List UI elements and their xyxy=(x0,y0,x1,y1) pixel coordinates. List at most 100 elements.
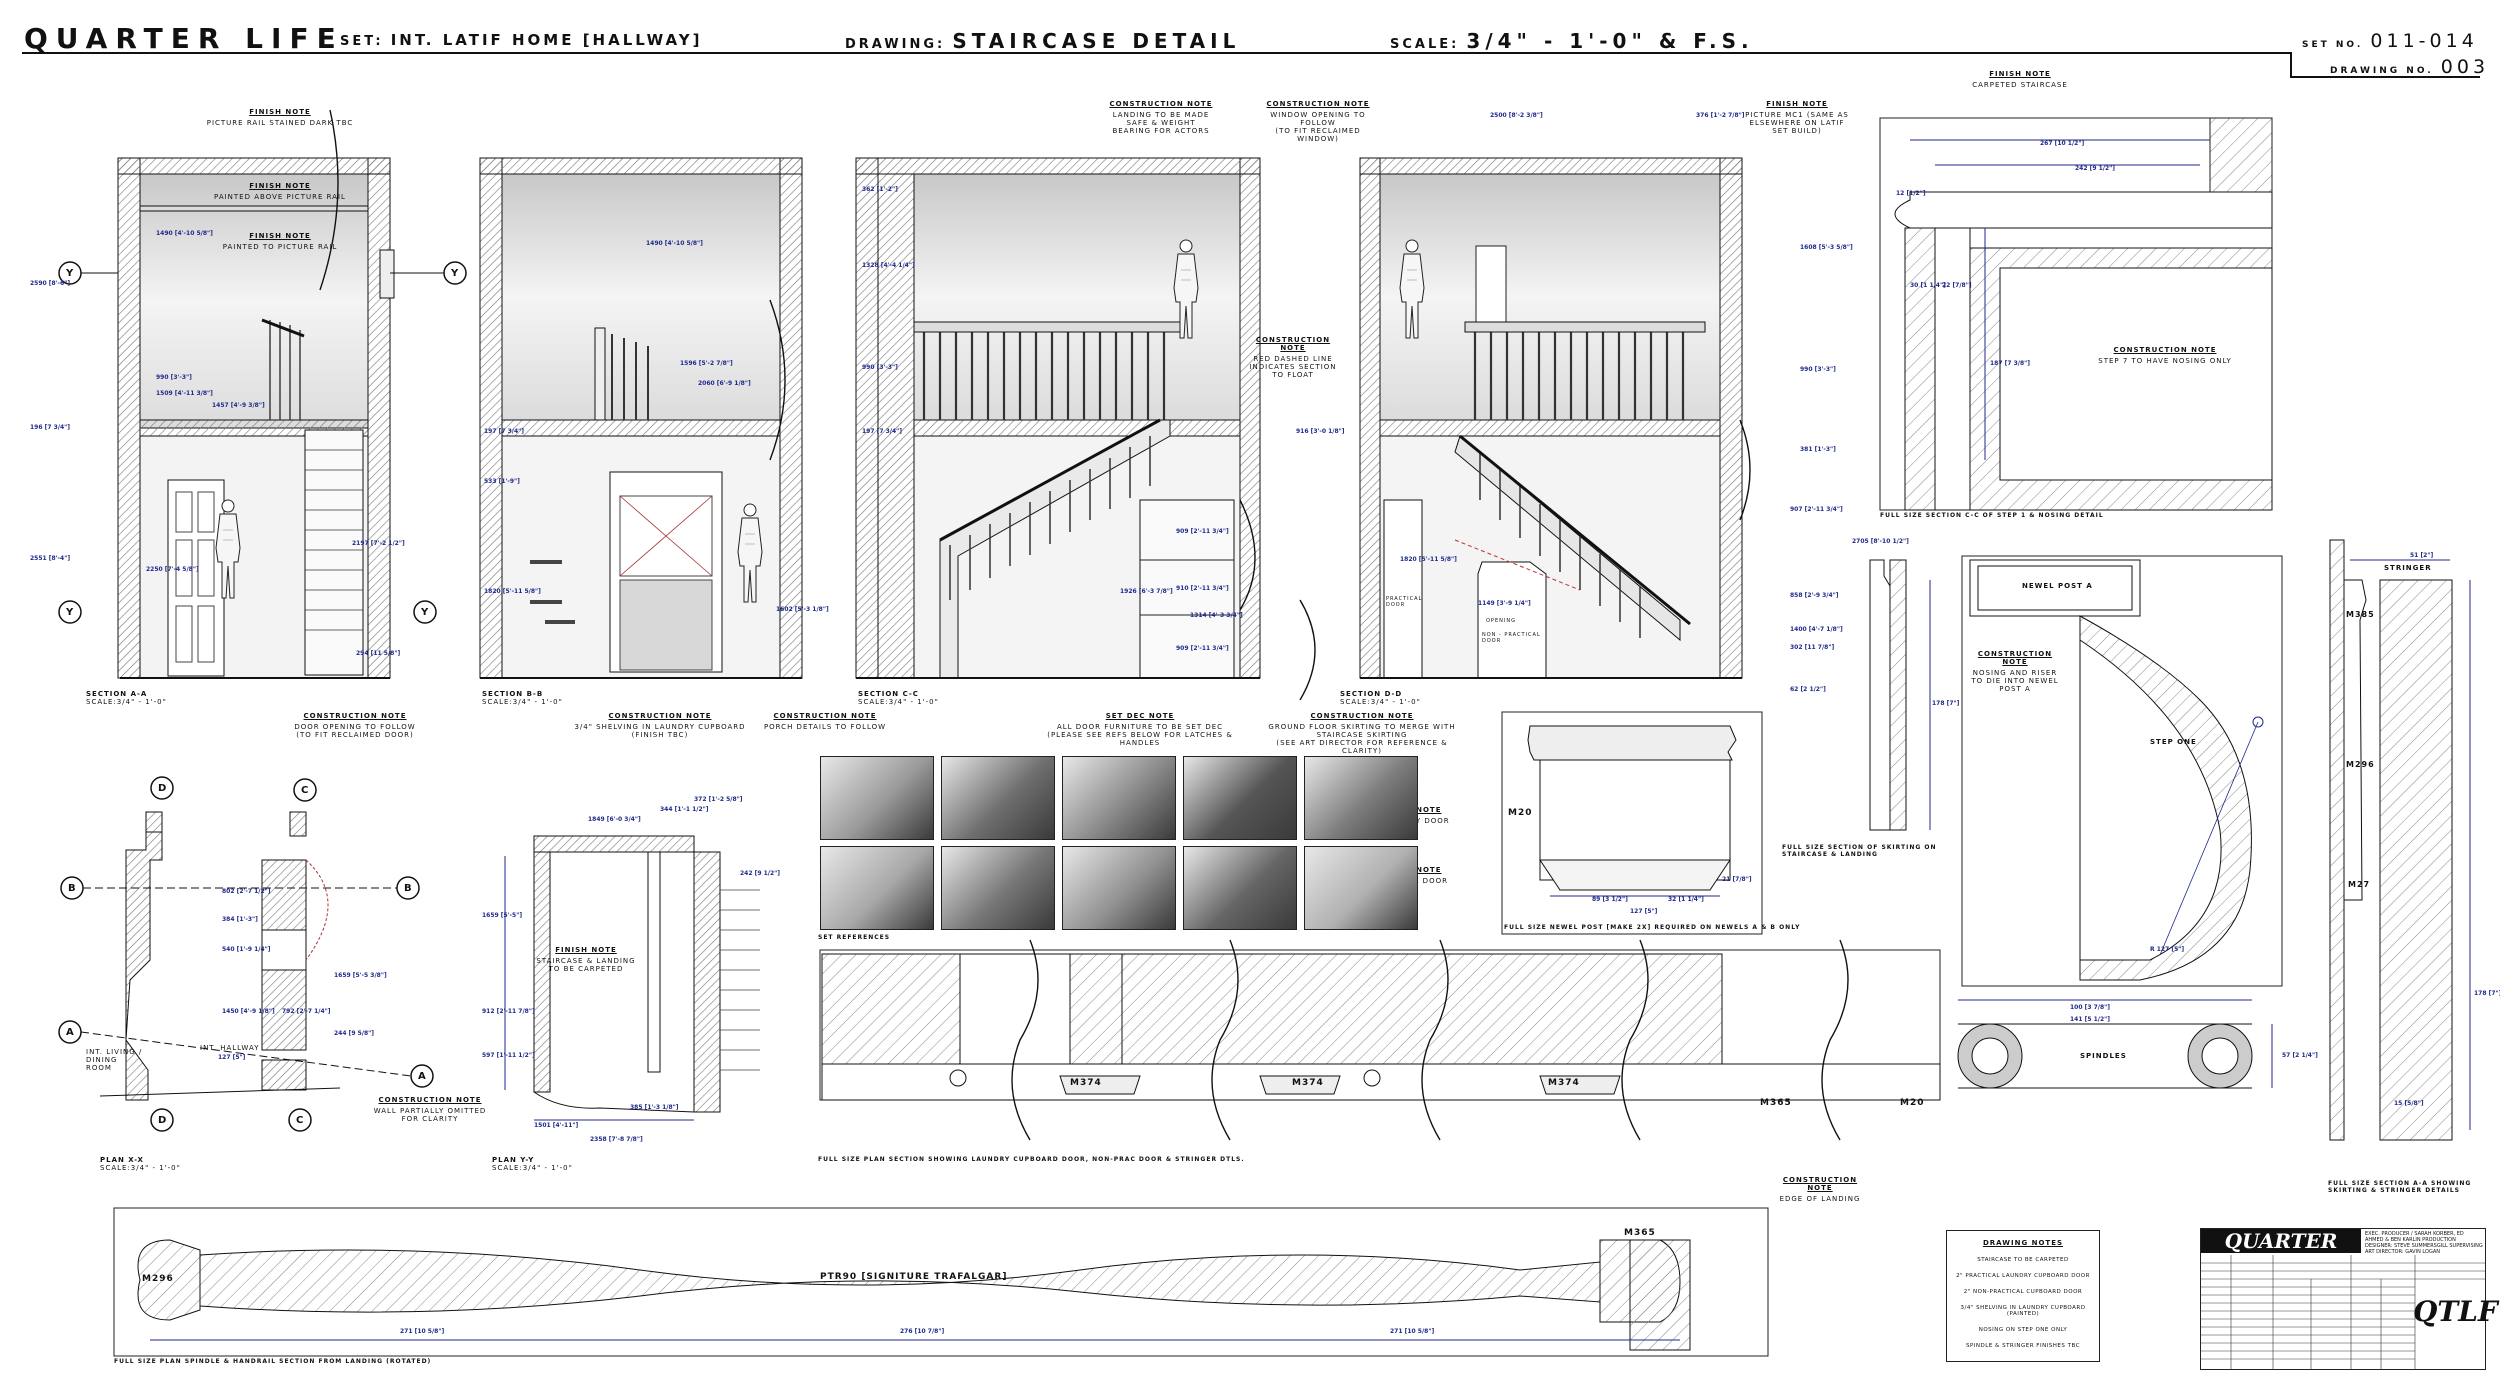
dimension-plan-xx-0: 802 [2'-7 1/2"] xyxy=(222,888,271,895)
dimension-bb-6: 1602 [5'-3 1/8"] xyxy=(776,606,829,613)
dimension-dd-12: 62 [2 1/2"] xyxy=(1790,686,1826,693)
fs-skirting xyxy=(1869,559,1931,831)
label-spindles: SPINDLES xyxy=(2080,1052,2127,1060)
label-section-bb: SECTION B-B SCALE:3/4" - 1'-0" xyxy=(482,690,563,706)
dimension-fs-cc-1: 242 [9 1/2"] xyxy=(2075,165,2116,172)
label-fs-section-cc: FULL SIZE SECTION C-C OF STEP 1 & NOSING… xyxy=(1880,512,2104,519)
label-living-dining: INT. LIVING / DINING ROOM xyxy=(86,1048,143,1072)
label-section-cc: SECTION C-C SCALE:3/4" - 1'-0" xyxy=(858,690,939,706)
newel-post-a xyxy=(1961,555,2283,987)
dimension-spindle-0: 271 [10 5/8"] xyxy=(400,1328,445,1335)
note-construction-landing: CONSTRUCTION NOTE LANDING TO BE MADE SAFE… xyxy=(1109,100,1213,135)
set-reference-photo xyxy=(820,756,934,840)
dimension-fs-aa-0: 51 [2"] xyxy=(2410,552,2434,559)
title-block-banner: QUARTER LIFE xyxy=(2201,1229,2361,1277)
label-fs-skirting: FULL SIZE SECTION OF SKIRTING ON STAIRCA… xyxy=(1782,844,1937,858)
marker-d-2: D xyxy=(158,1115,168,1126)
dimension-plan-yy-2: 344 [1'-1 1/2"] xyxy=(660,806,709,813)
label-practical-door: PRACTICAL DOOR xyxy=(1386,596,1423,608)
label-fs-plan-section: FULL SIZE PLAN SECTION SHOWING LAUNDRY C… xyxy=(818,1156,1245,1163)
drawing-sheet: QUARTER LIFE SET: INT. LATIF HOME [HALLW… xyxy=(0,0,2500,1385)
dimension-plan-yy-4: 912 [2'-11 7/8"] xyxy=(482,1008,535,1015)
marker-b-1: B xyxy=(68,883,77,894)
drawing-note-line: NOSING ON STEP ONE ONLY xyxy=(1978,1327,2068,1333)
drawing-note-line: 2" NON-PRACTICAL CUPBOARD DOOR xyxy=(1963,1289,2083,1295)
dimension-spindle-2: 271 [10 5/8"] xyxy=(1390,1328,1435,1335)
dimension-fs-cc-5: 22 [7/8"] xyxy=(1942,282,1972,289)
moulding-m365-b: M365 xyxy=(1624,1228,1656,1238)
note-construction-newel: CONSTRUCTION NOTE NOSING AND RISER TO DIE… xyxy=(1971,650,2059,693)
note-finish-picture: FINISH NOTE PICTURE MC1 (SAME AS ELSEWHER… xyxy=(1745,100,1849,135)
dimension-cc-6: 910 [2'-11 3/4"] xyxy=(1176,585,1229,592)
dimension-step-one: R 127 [5"] xyxy=(2150,946,2185,953)
dimension-plan-yy-1: 372 [1'-2 5/8"] xyxy=(694,796,743,803)
technical-drawing xyxy=(58,109,2471,1357)
dimension-dd-11: 302 [11 7/8"] xyxy=(1790,644,1835,651)
label-non-practical-door: NON - PRACTICAL DOOR xyxy=(1482,632,1541,644)
drawing-note-line: 2" PRACTICAL LAUNDRY CUPBOARD DOOR xyxy=(1956,1273,2090,1279)
drawing-notes-heading: DRAWING NOTES xyxy=(1982,1239,2064,1247)
dimension-dd-8: 1149 [3'-9 1/4"] xyxy=(1478,600,1531,607)
dimension-bb-1: 1596 [5'-2 7/8"] xyxy=(680,360,733,367)
set-reference-photo xyxy=(1183,756,1297,840)
dimension-plan-yy-8: 1501 [4'-11"] xyxy=(534,1122,579,1129)
dimension-plan-xx-6: 127 [5"] xyxy=(218,1054,246,1061)
dimension-plan-xx-7: 244 [9 5/8"] xyxy=(334,1030,375,1037)
marker-y-3: Y xyxy=(66,607,75,618)
drawing-note-line: STAIRCASE TO BE CARPETED xyxy=(1977,1257,2069,1263)
set-reference-photo xyxy=(941,846,1055,930)
moulding-m27: M27 xyxy=(2348,880,2371,889)
dimension-cc-4: 909 [2'-11 3/4"] xyxy=(1176,528,1229,535)
section-cc xyxy=(855,157,1261,679)
marker-y-4: Y xyxy=(421,607,430,618)
dimension-dd-6: 2705 [8'-10 1/2"] xyxy=(1852,538,1909,545)
dimension-cc-5: 1926 [6'-3 7/8"] xyxy=(1120,588,1173,595)
moulding-m20-b: M20 xyxy=(1508,808,1533,818)
dimension-dd-9: 1400 [4'-7 1/8"] xyxy=(1790,626,1843,633)
label-fs-newel: FULL SIZE NEWEL POST [MAKE 2X] REQUIRED … xyxy=(1504,924,1801,931)
dimension-dd-2: 1608 [5'-3 5/8"] xyxy=(1800,244,1853,251)
dimension-plan-xx-5: 1659 [5'-5 3/8"] xyxy=(334,972,387,979)
dimension-dd-4: 381 [1'-3"] xyxy=(1800,446,1836,453)
dimension-plan-section-2: 57 [2 1/4"] xyxy=(2282,1052,2318,1059)
label-fs-spindle: FULL SIZE PLAN SPINDLE & HANDRAIL SECTIO… xyxy=(114,1358,432,1365)
set-reference-photo xyxy=(1062,846,1176,930)
set-reference-photo xyxy=(1183,846,1297,930)
dimension-newel-0: 89 [3 1/2"] xyxy=(1592,896,1628,903)
moulding-m374-a: M374 xyxy=(1070,1078,1102,1088)
label-fs-section-aa: FULL SIZE SECTION A-A SHOWING SKIRTING &… xyxy=(2328,1180,2472,1194)
marker-d-1: D xyxy=(158,783,168,794)
dimension-plan-xx-4: 792 [2'-7 1/4"] xyxy=(282,1008,331,1015)
dimension-cc-9: 916 [3'-0 1/8"] xyxy=(1296,428,1345,435)
dimension-cc-7: 1314 [4'-3 3/4"] xyxy=(1190,612,1243,619)
title-block: QUARTER LIFE EXEC. PRODUCER / SARAH KORB… xyxy=(2200,1228,2498,1370)
dimension-cc-0: 362 [1'-2"] xyxy=(862,186,898,193)
dimension-aa-0: 2590 [8'-6"] xyxy=(30,280,71,287)
label-opening: OPENING xyxy=(1486,618,1516,624)
dimension-fs-aa-1: 178 [7"] xyxy=(2474,990,2500,997)
moulding-m385: M385 xyxy=(2346,610,2375,619)
drawing-note-line: SPINDLE & STRINGER FINISHES TBC xyxy=(1965,1343,2081,1349)
label-stringer: STRINGER xyxy=(2384,564,2432,572)
qtlf-logo: QTLF xyxy=(2413,1295,2498,1328)
dimension-bb-2: 2060 [6'-9 1/8"] xyxy=(698,380,751,387)
set-reference-photo xyxy=(1062,756,1176,840)
dimension-bb-4: 533 [1'-9"] xyxy=(484,478,520,485)
dimension-newel-2: 32 [1 1/4"] xyxy=(1668,896,1704,903)
dimension-cc-8: 909 [2'-11 3/4"] xyxy=(1176,645,1229,652)
fs-section-cc-step1 xyxy=(1879,117,2273,511)
dimension-cc-3: 197 [7 3/4"] xyxy=(862,428,903,435)
note-construction-shelving: CONSTRUCTION NOTE 3/4" SHELVING IN LAUNDR… xyxy=(574,712,746,739)
dimension-aa-3: 990 [3'-3"] xyxy=(156,374,192,381)
note-finish-c: FINISH NOTE PAINTED TO PICTURE RAIL xyxy=(222,232,338,251)
note-construction-door: CONSTRUCTION NOTE DOOR OPENING TO FOLLOW(… xyxy=(294,712,416,739)
note-construction-porch: CONSTRUCTION NOTE PORCH DETAILS TO FOLLOW xyxy=(763,712,887,731)
dimension-dd-5: 907 [2'-11 3/4"] xyxy=(1790,506,1843,513)
label-trafalgar: PTR90 [SIGNITURE TRAFALGAR] xyxy=(820,1272,1008,1282)
note-construction-wall: CONSTRUCTION NOTE WALL PARTIALLY OMITTED … xyxy=(373,1096,487,1123)
marker-a-1: A xyxy=(66,1027,75,1038)
label-plan-yy: PLAN Y-Y SCALE:3/4" - 1'-0" xyxy=(492,1156,573,1172)
dimension-bb-5: 1820 [5'-11 5/8"] xyxy=(484,588,541,595)
moulding-m365-a: M365 xyxy=(1760,1098,1792,1108)
marker-b-2: B xyxy=(404,883,413,894)
